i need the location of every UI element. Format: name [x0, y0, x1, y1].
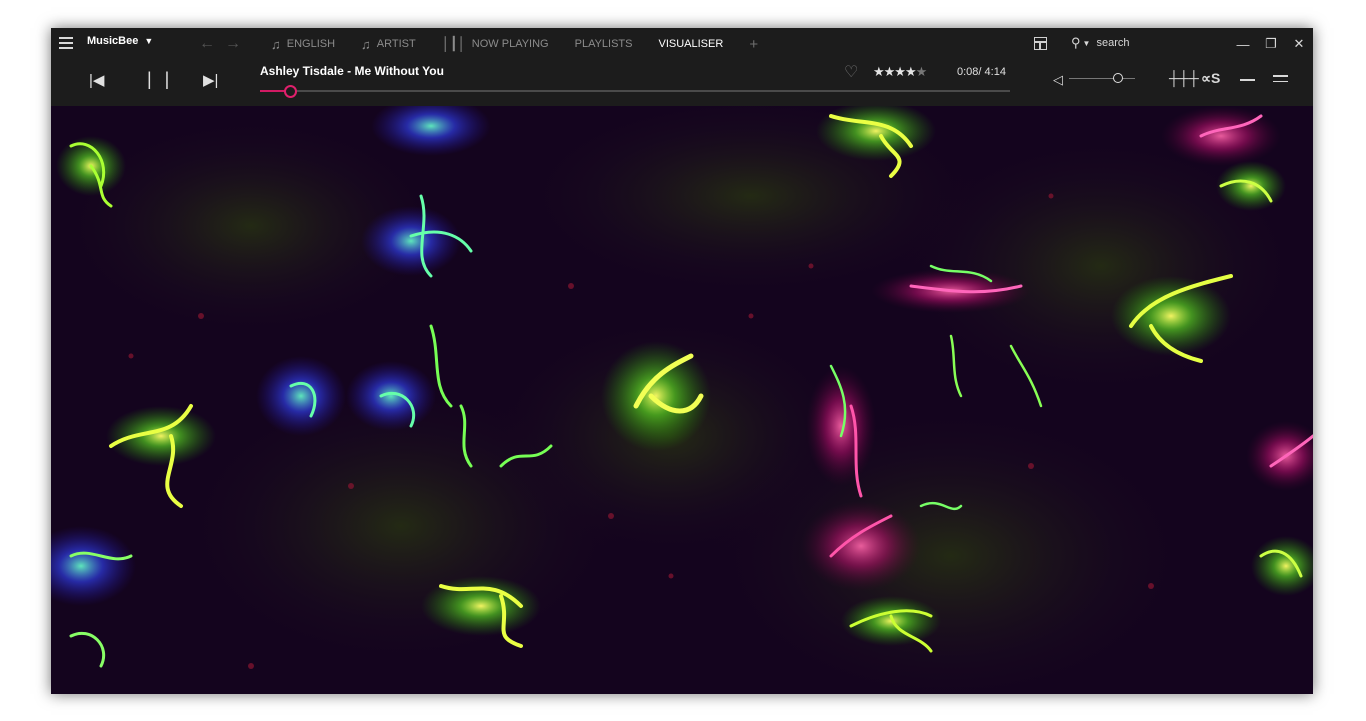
app-name: MusicBee [87, 35, 139, 47]
tab-now-playing[interactable]: │┃│ NOW PLAYING [434, 28, 557, 60]
visualiser-panel [51, 96, 1313, 694]
next-track-button[interactable]: ▶| [203, 71, 218, 89]
app-menu-button[interactable]: MusicBee ▼ [87, 35, 153, 47]
previous-track-button[interactable]: |◀ [89, 71, 104, 89]
plus-icon: + [749, 35, 759, 53]
scrobble-toggle[interactable]: ∝S [1201, 70, 1220, 87]
restore-icon[interactable]: ❐ [1257, 28, 1285, 60]
tab-label: PLAYLISTS [574, 38, 633, 50]
tab-label: NOW PLAYING [471, 38, 549, 50]
tab-label: VISUALISER [658, 38, 724, 50]
rating-stars[interactable]: ★★★★★ [873, 64, 927, 80]
tab-english[interactable]: ♫ ENGLISH [263, 28, 343, 60]
add-tab-button[interactable]: + [741, 28, 766, 60]
tab-visualiser[interactable]: VISUALISER [651, 28, 732, 60]
volume-icon[interactable]: ◁ [1053, 72, 1063, 88]
musicbee-window: MusicBee ▼ ← → ♫ ENGLISH ♫ ARTIST │┃│ NO… [51, 28, 1313, 694]
player-bar: |◀ | | ▶| Ashley Tisdale - Me Without Yo… [51, 60, 1313, 106]
title-bar: MusicBee ▼ ← → ♫ ENGLISH ♫ ARTIST │┃│ NO… [51, 28, 1313, 60]
now-playing-title: Ashley Tisdale - Me Without You [260, 64, 444, 78]
back-arrow-icon[interactable]: ← [199, 35, 215, 53]
volume-slider[interactable] [1069, 78, 1135, 79]
track-time: 0:08/ 4:14 [957, 66, 1006, 78]
window-controls: — ❐ ✕ [1229, 28, 1313, 60]
chevron-down-icon: ▼ [144, 36, 154, 46]
search-label: search [1096, 37, 1130, 49]
search-icon: ⚲ [1071, 35, 1081, 50]
tab-strip: ♫ ENGLISH ♫ ARTIST │┃│ NOW PLAYING PLAYL… [263, 28, 776, 60]
tab-artist[interactable]: ♫ ARTIST [353, 28, 424, 60]
tab-playlists[interactable]: PLAYLISTS [567, 28, 641, 60]
layout-icon[interactable] [1034, 37, 1047, 50]
bars-icon: │┃│ [441, 36, 466, 51]
music-note-icon: ♫ [271, 36, 281, 52]
minimize-icon[interactable]: — [1229, 28, 1257, 60]
visualiser-canvas [51, 96, 1313, 694]
minimize-player-icon[interactable] [1240, 79, 1255, 81]
seek-handle[interactable] [284, 85, 297, 98]
tab-label: ARTIST [376, 38, 416, 50]
forward-arrow-icon[interactable]: → [225, 35, 241, 53]
search-box[interactable]: ⚲ ▼ search [1071, 35, 1129, 51]
music-note-icon: ♫ [361, 36, 371, 52]
chevron-down-icon[interactable]: ▼ [1083, 39, 1091, 48]
pause-button[interactable]: | | [147, 69, 173, 90]
volume-handle[interactable] [1113, 73, 1123, 83]
equalizer-icon[interactable]: ┼┼┼ [1169, 70, 1199, 86]
navigation-arrows: ← → [199, 35, 251, 53]
heart-icon[interactable]: ♡ [844, 62, 858, 82]
seek-bar[interactable] [260, 85, 1010, 98]
tab-label: ENGLISH [286, 38, 336, 50]
hamburger-menu-icon[interactable] [59, 37, 73, 49]
close-icon[interactable]: ✕ [1285, 28, 1313, 60]
compact-player-icon[interactable] [1273, 75, 1288, 86]
